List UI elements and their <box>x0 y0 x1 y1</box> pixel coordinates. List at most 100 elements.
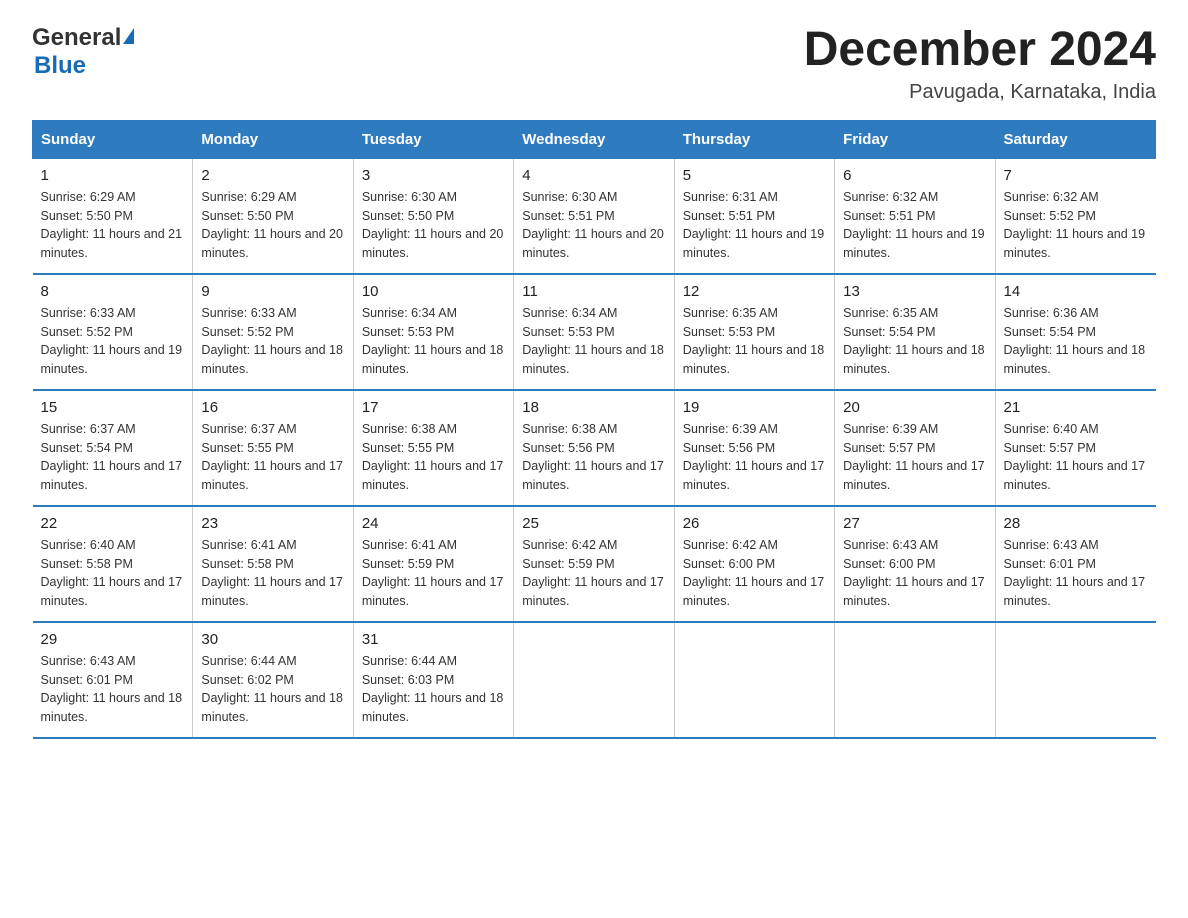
day-info: Sunrise: 6:33 AMSunset: 5:52 PMDaylight:… <box>41 304 185 379</box>
day-number: 27 <box>843 515 986 532</box>
day-number: 13 <box>843 283 986 300</box>
day-number: 11 <box>522 283 665 300</box>
calendar-cell: 7 Sunrise: 6:32 AMSunset: 5:52 PMDaylight… <box>995 158 1155 274</box>
logo-blue-text: Blue <box>34 52 86 79</box>
day-info: Sunrise: 6:31 AMSunset: 5:51 PMDaylight:… <box>683 188 826 263</box>
calendar-cell: 9Sunrise: 6:33 AMSunset: 5:52 PMDaylight… <box>193 274 353 390</box>
day-info: Sunrise: 6:41 AMSunset: 5:59 PMDaylight:… <box>362 536 505 611</box>
col-header-thursday: Thursday <box>674 120 834 158</box>
logo-general-text: General <box>32 24 121 52</box>
calendar-cell: 20 Sunrise: 6:39 AMSunset: 5:57 PMDayligh… <box>835 390 995 506</box>
day-info: Sunrise: 6:42 AMSunset: 5:59 PMDaylight:… <box>522 536 665 611</box>
calendar-cell <box>835 622 995 738</box>
calendar-cell: 3 Sunrise: 6:30 AMSunset: 5:50 PMDaylight… <box>353 158 513 274</box>
month-title: December 2024 <box>804 24 1156 77</box>
calendar-cell: 10Sunrise: 6:34 AMSunset: 5:53 PMDayligh… <box>353 274 513 390</box>
day-info: Sunrise: 6:30 AMSunset: 5:50 PMDaylight:… <box>362 188 505 263</box>
calendar-cell: 29 Sunrise: 6:43 AMSunset: 6:01 PMDayligh… <box>33 622 193 738</box>
calendar-cell: 23 Sunrise: 6:41 AMSunset: 5:58 PMDayligh… <box>193 506 353 622</box>
calendar-cell: 31 Sunrise: 6:44 AMSunset: 6:03 PMDayligh… <box>353 622 513 738</box>
location-title: Pavugada, Karnataka, India <box>804 81 1156 104</box>
calendar-cell: 8 Sunrise: 6:33 AMSunset: 5:52 PMDaylight… <box>33 274 193 390</box>
day-number: 18 <box>522 399 665 416</box>
calendar-cell: 17Sunrise: 6:38 AMSunset: 5:55 PMDayligh… <box>353 390 513 506</box>
day-info: Sunrise: 6:43 AMSunset: 6:01 PMDaylight:… <box>1004 536 1148 611</box>
day-number: 29 <box>41 631 185 648</box>
day-number: 5 <box>683 167 826 184</box>
day-info: Sunrise: 6:44 AMSunset: 6:02 PMDaylight:… <box>201 652 344 727</box>
calendar-week-row: 8 Sunrise: 6:33 AMSunset: 5:52 PMDaylight… <box>33 274 1156 390</box>
day-info: Sunrise: 6:32 AMSunset: 5:52 PMDaylight:… <box>1004 188 1148 263</box>
calendar-cell: 4 Sunrise: 6:30 AMSunset: 5:51 PMDaylight… <box>514 158 674 274</box>
day-info: Sunrise: 6:35 AMSunset: 5:54 PMDaylight:… <box>843 304 986 379</box>
day-info: Sunrise: 6:41 AMSunset: 5:58 PMDaylight:… <box>201 536 344 611</box>
day-info: Sunrise: 6:44 AMSunset: 6:03 PMDaylight:… <box>362 652 505 727</box>
day-info: Sunrise: 6:43 AMSunset: 6:01 PMDaylight:… <box>41 652 185 727</box>
calendar-week-row: 29 Sunrise: 6:43 AMSunset: 6:01 PMDayligh… <box>33 622 1156 738</box>
day-number: 26 <box>683 515 826 532</box>
day-number: 15 <box>41 399 185 416</box>
day-info: Sunrise: 6:38 AMSunset: 5:56 PMDaylight:… <box>522 420 665 495</box>
day-number: 8 <box>41 283 185 300</box>
day-info: Sunrise: 6:36 AMSunset: 5:54 PMDaylight:… <box>1004 304 1148 379</box>
day-info: Sunrise: 6:33 AMSunset: 5:52 PMDaylight:… <box>201 304 344 379</box>
day-number: 31 <box>362 631 505 648</box>
title-block: December 2024 Pavugada, Karnataka, India <box>804 24 1156 104</box>
day-info: Sunrise: 6:38 AMSunset: 5:55 PMDaylight:… <box>362 420 505 495</box>
col-header-saturday: Saturday <box>995 120 1155 158</box>
day-info: Sunrise: 6:37 AMSunset: 5:54 PMDaylight:… <box>41 420 185 495</box>
day-number: 14 <box>1004 283 1148 300</box>
col-header-wednesday: Wednesday <box>514 120 674 158</box>
day-info: Sunrise: 6:43 AMSunset: 6:00 PMDaylight:… <box>843 536 986 611</box>
day-number: 24 <box>362 515 505 532</box>
day-number: 20 <box>843 399 986 416</box>
calendar-cell: 25 Sunrise: 6:42 AMSunset: 5:59 PMDayligh… <box>514 506 674 622</box>
calendar-cell: 24 Sunrise: 6:41 AMSunset: 5:59 PMDayligh… <box>353 506 513 622</box>
col-header-tuesday: Tuesday <box>353 120 513 158</box>
day-number: 23 <box>201 515 344 532</box>
day-info: Sunrise: 6:40 AMSunset: 5:58 PMDaylight:… <box>41 536 185 611</box>
logo-triangle-icon <box>123 28 134 44</box>
day-info: Sunrise: 6:29 AMSunset: 5:50 PMDaylight:… <box>41 188 185 263</box>
calendar-cell: 30Sunrise: 6:44 AMSunset: 6:02 PMDayligh… <box>193 622 353 738</box>
calendar-cell: 21Sunrise: 6:40 AMSunset: 5:57 PMDayligh… <box>995 390 1155 506</box>
calendar-header-row: SundayMondayTuesdayWednesdayThursdayFrid… <box>33 120 1156 158</box>
day-info: Sunrise: 6:39 AMSunset: 5:56 PMDaylight:… <box>683 420 826 495</box>
day-number: 3 <box>362 167 505 184</box>
day-number: 19 <box>683 399 826 416</box>
day-info: Sunrise: 6:42 AMSunset: 6:00 PMDaylight:… <box>683 536 826 611</box>
day-number: 2 <box>201 167 344 184</box>
calendar-cell: 16Sunrise: 6:37 AMSunset: 5:55 PMDayligh… <box>193 390 353 506</box>
calendar-cell: 6 Sunrise: 6:32 AMSunset: 5:51 PMDaylight… <box>835 158 995 274</box>
day-info: Sunrise: 6:29 AMSunset: 5:50 PMDaylight:… <box>201 188 344 263</box>
page-header: General Blue December 2024 Pavugada, Kar… <box>32 24 1156 104</box>
day-number: 4 <box>522 167 665 184</box>
day-info: Sunrise: 6:39 AMSunset: 5:57 PMDaylight:… <box>843 420 986 495</box>
calendar-cell: 11Sunrise: 6:34 AMSunset: 5:53 PMDayligh… <box>514 274 674 390</box>
calendar-cell: 1 Sunrise: 6:29 AMSunset: 5:50 PMDaylight… <box>33 158 193 274</box>
day-info: Sunrise: 6:30 AMSunset: 5:51 PMDaylight:… <box>522 188 665 263</box>
col-header-sunday: Sunday <box>33 120 193 158</box>
day-number: 7 <box>1004 167 1148 184</box>
calendar-cell: 5 Sunrise: 6:31 AMSunset: 5:51 PMDaylight… <box>674 158 834 274</box>
calendar-table: SundayMondayTuesdayWednesdayThursdayFrid… <box>32 120 1156 739</box>
calendar-week-row: 1 Sunrise: 6:29 AMSunset: 5:50 PMDaylight… <box>33 158 1156 274</box>
day-info: Sunrise: 6:32 AMSunset: 5:51 PMDaylight:… <box>843 188 986 263</box>
day-info: Sunrise: 6:35 AMSunset: 5:53 PMDaylight:… <box>683 304 826 379</box>
logo: General Blue <box>32 24 136 80</box>
calendar-cell: 15 Sunrise: 6:37 AMSunset: 5:54 PMDayligh… <box>33 390 193 506</box>
calendar-cell: 14 Sunrise: 6:36 AMSunset: 5:54 PMDayligh… <box>995 274 1155 390</box>
day-info: Sunrise: 6:40 AMSunset: 5:57 PMDaylight:… <box>1004 420 1148 495</box>
day-info: Sunrise: 6:37 AMSunset: 5:55 PMDaylight:… <box>201 420 344 495</box>
day-number: 28 <box>1004 515 1148 532</box>
day-number: 1 <box>41 167 185 184</box>
calendar-week-row: 15 Sunrise: 6:37 AMSunset: 5:54 PMDayligh… <box>33 390 1156 506</box>
day-number: 6 <box>843 167 986 184</box>
day-number: 10 <box>362 283 505 300</box>
calendar-cell: 27 Sunrise: 6:43 AMSunset: 6:00 PMDayligh… <box>835 506 995 622</box>
col-header-friday: Friday <box>835 120 995 158</box>
col-header-monday: Monday <box>193 120 353 158</box>
calendar-cell <box>674 622 834 738</box>
day-number: 12 <box>683 283 826 300</box>
day-number: 25 <box>522 515 665 532</box>
